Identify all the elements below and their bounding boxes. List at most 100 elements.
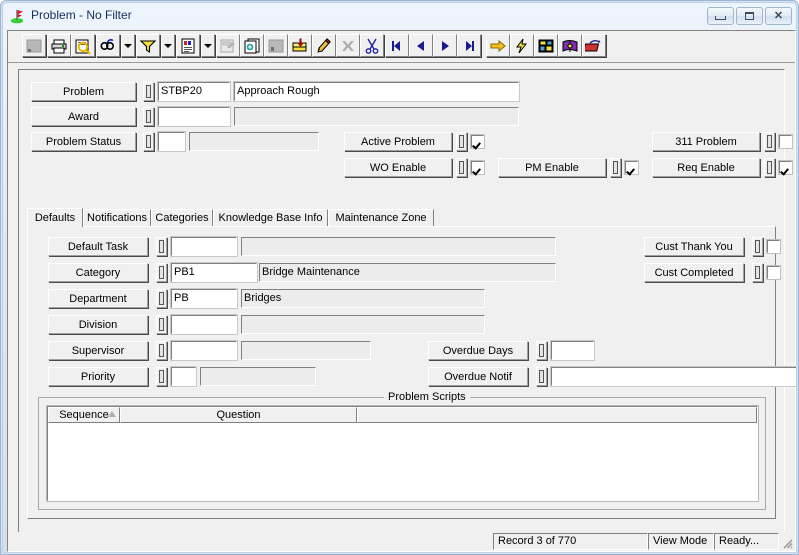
window-inner: Problem - No Filter ✕ Problem STBP20 App…	[2, 2, 797, 553]
cust-thank-you-checkbox[interactable]	[766, 239, 781, 254]
pm-enable-lookup-button[interactable]	[610, 158, 621, 177]
award-lookup-button[interactable]	[143, 107, 154, 126]
division-lookup-button[interactable]	[156, 315, 167, 334]
cut-icon[interactable]	[360, 34, 384, 57]
problem-code-input[interactable]: STBP20	[157, 81, 231, 102]
cust-thank-you-lookup-button[interactable]	[752, 237, 763, 256]
first-record-icon[interactable]	[385, 34, 409, 57]
chevron-down-icon	[204, 43, 212, 48]
quick-action-icon[interactable]	[510, 34, 534, 57]
pm-enable-checkbox[interactable]	[624, 160, 639, 175]
help-book-icon[interactable]	[558, 34, 582, 57]
problem-description-input[interactable]: Approach Rough	[233, 81, 520, 102]
column-header-question[interactable]: Question	[120, 407, 357, 423]
problem-lookup-button[interactable]	[143, 82, 154, 101]
go-to-icon[interactable]	[486, 34, 510, 57]
print-icon[interactable]	[47, 34, 71, 57]
column-header-question-label: Question	[216, 409, 261, 421]
supervisor-label-button[interactable]: Supervisor	[48, 341, 148, 360]
supervisor-lookup-button[interactable]	[156, 341, 167, 360]
find-icon[interactable]	[96, 34, 120, 57]
report-dropdown-icon[interactable]	[201, 34, 215, 57]
active-problem-lookup-button[interactable]	[456, 132, 467, 151]
column-header-sequence[interactable]: Sequence	[48, 407, 120, 423]
next-record-icon[interactable]	[433, 34, 457, 57]
resize-grip-icon[interactable]	[779, 535, 793, 549]
req-enable-button[interactable]: Req Enable	[652, 158, 760, 177]
tab-notifications[interactable]: Notifications	[83, 209, 151, 226]
wo-enable-checkbox[interactable]	[470, 160, 485, 175]
active-problem-checkbox[interactable]	[470, 134, 485, 149]
edit-record-icon[interactable]	[312, 34, 336, 57]
tab-categories[interactable]: Categories	[151, 209, 213, 226]
req-enable-lookup-button[interactable]	[764, 158, 775, 177]
overdue-days-label-button[interactable]: Overdue Days	[428, 341, 528, 360]
filter-dropdown-icon[interactable]	[161, 34, 175, 57]
last-record-icon[interactable]	[457, 34, 481, 57]
problem-status-code-input[interactable]	[157, 131, 186, 152]
category-code-input[interactable]: PB1	[170, 262, 258, 283]
copy-record-icon[interactable]	[240, 34, 264, 57]
award-label-button[interactable]: Award	[31, 107, 136, 126]
311-problem-checkbox[interactable]	[778, 134, 793, 149]
overdue-notif-label-button[interactable]: Overdue Notif	[428, 367, 528, 386]
delete-record-icon[interactable]	[336, 34, 360, 57]
tab-maintenance-zone[interactable]: Maintenance Zone	[328, 209, 434, 226]
priority-description-field	[200, 367, 316, 386]
311-problem-button[interactable]: 311 Problem	[652, 132, 760, 151]
form-design-icon[interactable]	[216, 34, 240, 57]
overdue-days-lookup-button[interactable]	[536, 341, 547, 360]
priority-label-button[interactable]: Priority	[48, 367, 148, 386]
overdue-notif-input[interactable]	[550, 366, 796, 387]
department-label-button[interactable]: Department	[48, 289, 148, 308]
column-header-blank[interactable]	[357, 407, 757, 423]
exit-icon[interactable]	[582, 34, 606, 57]
default-task-lookup-button[interactable]	[156, 237, 167, 256]
overdue-notif-lookup-button[interactable]	[536, 367, 547, 386]
filter-icon[interactable]	[136, 34, 160, 57]
find-dropdown-icon[interactable]	[121, 34, 135, 57]
cust-completed-button[interactable]: Cust Completed	[644, 263, 744, 282]
sort-ascending-icon	[108, 411, 116, 417]
wo-enable-lookup-button[interactable]	[456, 158, 467, 177]
overdue-days-input[interactable]	[550, 340, 595, 361]
department-code-input[interactable]: PB	[170, 288, 238, 309]
print-preview-icon[interactable]	[71, 34, 95, 57]
problem-status-label-button[interactable]: Problem Status	[31, 132, 136, 151]
req-enable-checkbox[interactable]	[778, 160, 793, 175]
division-code-input[interactable]	[170, 314, 238, 335]
minimize-button[interactable]	[707, 7, 734, 25]
priority-lookup-button[interactable]	[156, 367, 167, 386]
pm-enable-button[interactable]: PM Enable	[498, 158, 606, 177]
active-problem-button[interactable]: Active Problem	[344, 132, 452, 151]
department-lookup-button[interactable]	[156, 289, 167, 308]
cust-completed-lookup-button[interactable]	[752, 263, 763, 282]
problem-label-button[interactable]: Problem	[31, 82, 136, 101]
priority-code-input[interactable]	[170, 366, 197, 387]
problem-status-lookup-button[interactable]	[143, 132, 154, 151]
supervisor-code-input[interactable]	[170, 340, 238, 361]
default-task-label-button[interactable]: Default Task	[48, 237, 148, 256]
division-label-button[interactable]: Division	[48, 315, 148, 334]
report-icon[interactable]	[176, 34, 200, 57]
tab-knowledge-base-info[interactable]: Knowledge Base Info	[213, 209, 328, 226]
save-icon[interactable]	[264, 34, 288, 57]
wo-enable-button[interactable]: WO Enable	[344, 158, 452, 177]
cust-thank-you-button[interactable]: Cust Thank You	[644, 237, 744, 256]
category-lookup-button[interactable]	[156, 263, 167, 282]
default-task-code-input[interactable]	[170, 236, 238, 257]
previous-record-icon[interactable]	[409, 34, 433, 57]
problem-scripts-grid-body[interactable]	[48, 423, 757, 500]
cust-completed-checkbox[interactable]	[766, 265, 781, 280]
category-label-button[interactable]: Category	[48, 263, 148, 282]
tab-defaults[interactable]: Defaults	[27, 208, 83, 227]
problem-status-description-field	[189, 132, 319, 151]
award-code-input[interactable]	[157, 106, 231, 127]
layout-icon[interactable]	[534, 34, 558, 57]
311-problem-lookup-button[interactable]	[764, 132, 775, 151]
close-button[interactable]: ✕	[765, 7, 792, 25]
problem-scripts-grid[interactable]: Sequence Question	[46, 405, 759, 502]
maximize-button[interactable]	[736, 7, 763, 25]
add-record-icon[interactable]	[288, 34, 312, 57]
select-all-icon[interactable]	[22, 34, 46, 57]
